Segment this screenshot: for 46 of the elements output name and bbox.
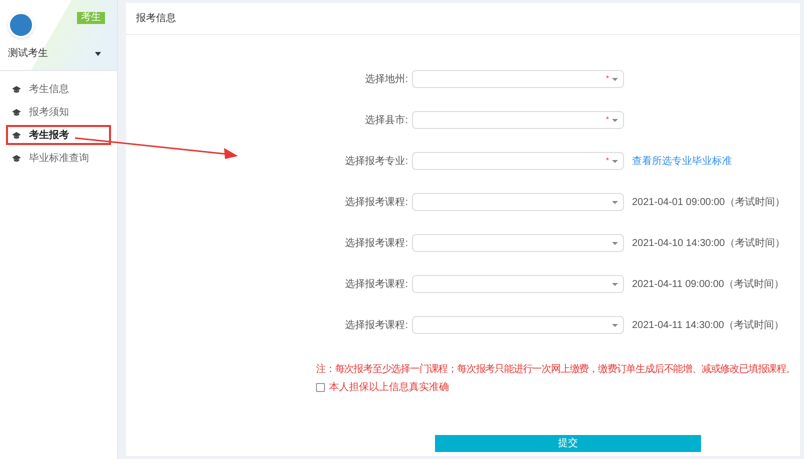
caret-icon (612, 242, 618, 244)
nav-item[interactable]: 毕业标准查询 (6, 148, 111, 168)
notice-text: 注：每次报考至少选择一门课程；每次报考只能进行一次网上缴费，缴费订单生成后不能增、减或修改已填报课程。 (316, 362, 796, 377)
field-label: 选择地州: (364, 72, 409, 86)
required-mark: * (606, 114, 609, 126)
select-field[interactable] (412, 316, 624, 334)
caret-icon (612, 324, 618, 326)
standard-link[interactable]: 查看所选专业毕业标准 (632, 154, 732, 168)
graduation-cap-icon (12, 108, 21, 116)
graduation-cap-icon (12, 154, 21, 162)
nav-item[interactable]: 报考须知 (6, 102, 111, 122)
panel-title: 报考信息 (136, 12, 176, 26)
nav-item[interactable]: 考生报考 (6, 125, 111, 145)
select-field[interactable]: * (412, 70, 624, 88)
exam-time: 2021-04-11 09:00:00（考试时间） (632, 278, 784, 292)
field-label: 选择报考课程: (344, 278, 409, 292)
field-label: 选择报考课程: (344, 196, 409, 210)
required-mark: * (606, 73, 609, 85)
graduation-cap-icon (12, 86, 21, 92)
submit-button[interactable]: 提交 (435, 435, 701, 452)
graduation-cap-icon (12, 132, 21, 138)
select-field[interactable] (412, 275, 624, 293)
select-field[interactable]: * (412, 152, 624, 170)
pledge-label: 本人担保以上信息真实准确 (329, 380, 449, 395)
caret-icon (612, 118, 618, 122)
select-field[interactable] (412, 234, 624, 252)
user-name: 测试考生 (8, 46, 48, 61)
field-label: 选择报考专业: (344, 154, 409, 168)
select-field[interactable] (412, 193, 624, 211)
dropdown-caret-icon (95, 52, 101, 56)
field-label: 选择县市: (364, 114, 409, 128)
exam-time: 2021-04-01 09:00:00（考试时间） (632, 196, 785, 210)
caret-icon (612, 282, 618, 286)
nav-item[interactable]: 考生信息 (6, 79, 111, 99)
avatar (8, 12, 34, 38)
exam-time: 2021-04-11 14:30:00（考试时间） (632, 318, 784, 332)
role-badge: 考生 (77, 12, 105, 24)
caret-icon (612, 200, 618, 204)
pledge-checkbox[interactable] (316, 383, 325, 392)
field-label: 选择报考课程: (344, 236, 409, 250)
caret-icon (612, 160, 618, 162)
select-field[interactable]: * (412, 111, 624, 129)
caret-icon (612, 78, 618, 80)
required-mark: * (606, 155, 609, 167)
exam-time: 2021-04-10 14:30:00（考试时间） (632, 236, 785, 250)
field-label: 选择报考课程: (344, 318, 409, 332)
